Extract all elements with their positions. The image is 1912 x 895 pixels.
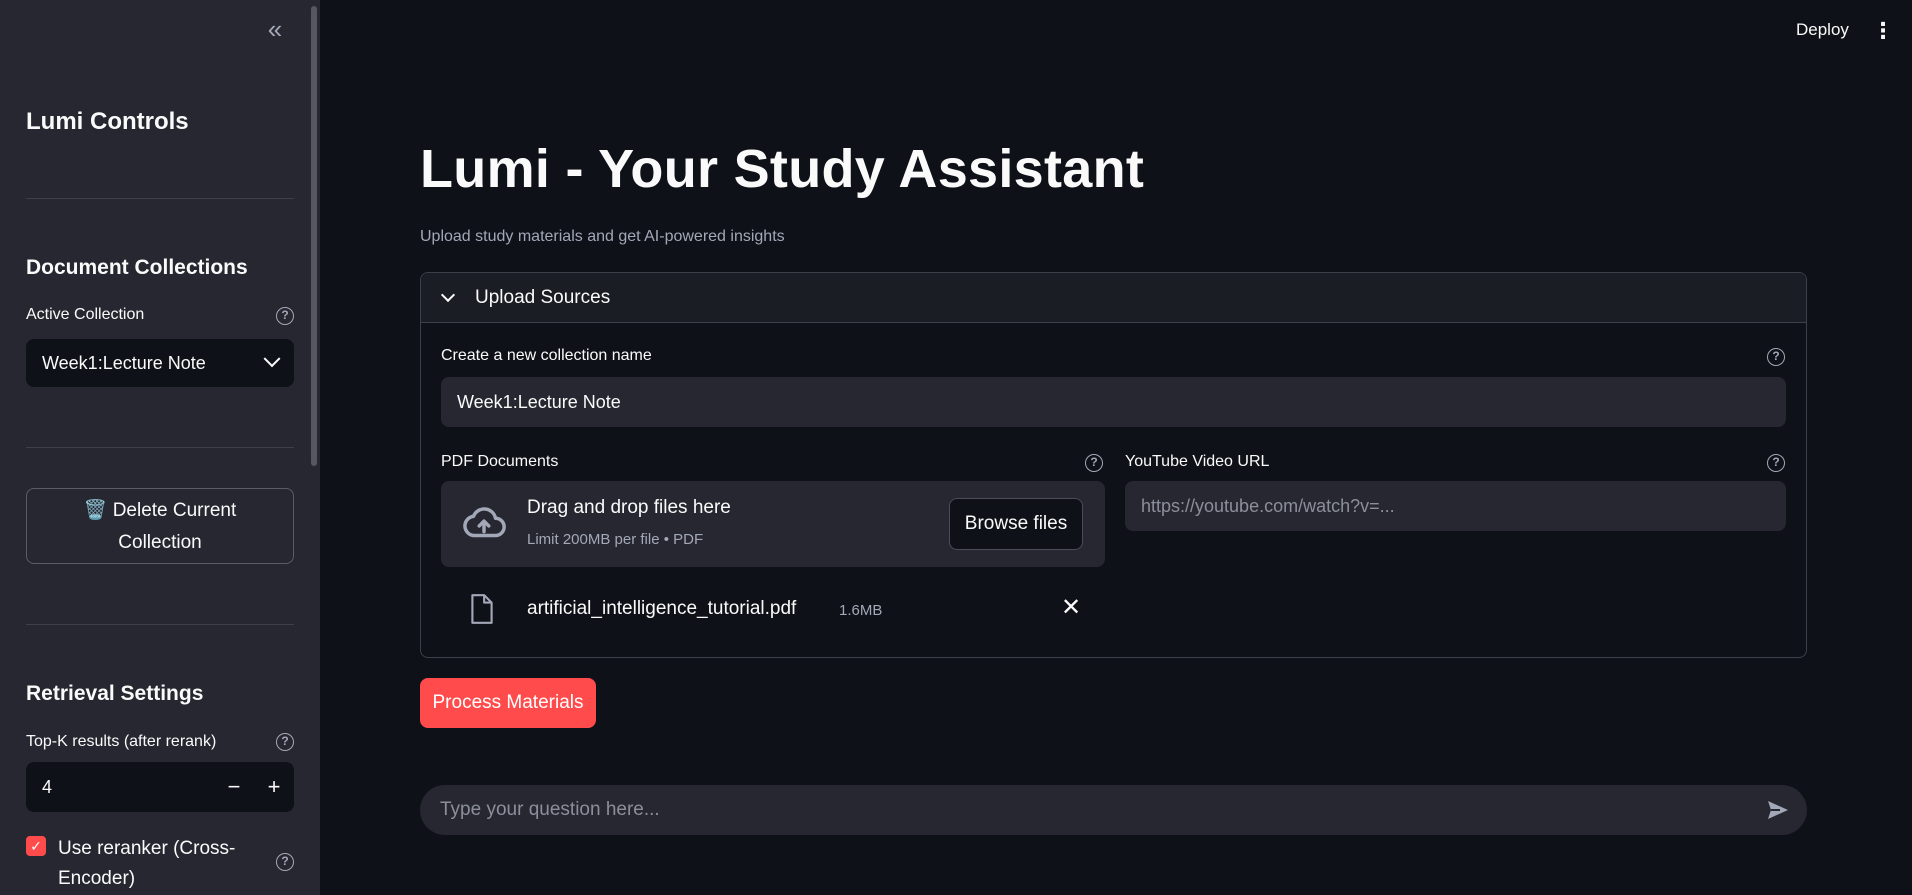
help-icon[interactable]: ? (1085, 454, 1103, 472)
topk-value[interactable]: 4 (42, 777, 214, 798)
collapse-sidebar-icon[interactable]: « (262, 16, 288, 44)
sidebar-scrollbar[interactable] (311, 6, 317, 466)
help-icon[interactable]: ? (276, 853, 294, 871)
file-size: 1.6MB (839, 602, 883, 619)
uploaded-file-row: artificial_intelligence_tutorial.pdf 1.6… (441, 581, 1105, 637)
pdf-label: PDF Documents (441, 453, 559, 470)
chat-placeholder: Type your question here... (440, 799, 660, 820)
delete-collection-button[interactable]: 🗑️ Delete Current Collection (26, 488, 294, 564)
sidebar-title: Lumi Controls (26, 108, 189, 135)
chat-input[interactable]: Type your question here... (420, 785, 1807, 835)
collection-name-input[interactable]: Week1:Lecture Note (441, 377, 1786, 427)
cloud-upload-icon (463, 507, 506, 538)
divider (26, 624, 294, 625)
sidebar: « Lumi Controls Document Collections Act… (0, 0, 320, 895)
topk-stepper[interactable]: 4 − + (26, 762, 294, 812)
dropzone-title: Drag and drop files here (527, 497, 731, 518)
reranker-label: Use reranker (Cross-Encoder) (58, 838, 236, 889)
expander-label: Upload Sources (475, 286, 611, 308)
file-name: artificial_intelligence_tutorial.pdf (527, 598, 797, 619)
retrieval-heading: Retrieval Settings (26, 682, 204, 705)
active-collection-select[interactable]: Week1:Lecture Note (26, 339, 294, 387)
collections-heading: Document Collections (26, 256, 248, 279)
youtube-url-placeholder: https://youtube.com/watch?v=... (1141, 495, 1395, 516)
trash-icon: 🗑️ (83, 500, 108, 521)
help-icon[interactable]: ? (276, 733, 294, 751)
reranker-checkbox[interactable]: ✓ (26, 836, 46, 856)
help-icon[interactable]: ? (276, 307, 294, 325)
increment-button[interactable]: + (254, 774, 294, 800)
collection-name-value: Week1:Lecture Note (457, 391, 621, 412)
dropzone-limit: Limit 200MB per file • PDF (527, 531, 704, 548)
active-collection-label: Active Collection (26, 306, 145, 323)
remove-file-icon[interactable]: ✕ (1061, 593, 1081, 622)
more-menu-icon[interactable]: ⋮ (1872, 18, 1894, 44)
chevron-down-icon (263, 350, 281, 368)
browse-files-button[interactable]: Browse files (949, 498, 1083, 550)
youtube-url-input[interactable]: https://youtube.com/watch?v=... (1125, 481, 1786, 531)
active-collection-value: Week1:Lecture Note (42, 352, 206, 373)
divider (26, 198, 294, 199)
page-title: Lumi - Your Study Assistant (420, 139, 1145, 199)
delete-label-line2: Collection (118, 532, 202, 553)
divider (26, 447, 294, 448)
youtube-label: YouTube Video URL (1125, 453, 1270, 470)
expander-header[interactable]: Upload Sources (421, 273, 1806, 323)
pdf-dropzone[interactable]: Drag and drop files here Limit 200MB per… (441, 481, 1105, 567)
chevron-down-icon (440, 287, 456, 303)
deploy-button[interactable]: Deploy (1796, 20, 1849, 40)
collection-name-label: Create a new collection name (441, 347, 652, 364)
help-icon[interactable]: ? (1767, 348, 1785, 366)
page-subtitle: Upload study materials and get AI-powere… (420, 228, 785, 245)
topk-label: Top-K results (after rerank) (26, 733, 217, 750)
file-icon (471, 594, 493, 624)
decrement-button[interactable]: − (214, 774, 254, 800)
process-materials-button[interactable]: Process Materials (420, 678, 596, 728)
send-icon[interactable] (1765, 798, 1791, 822)
delete-label-line1: Delete Current (112, 500, 237, 521)
help-icon[interactable]: ? (1767, 454, 1785, 472)
upload-sources-expander: Upload Sources Create a new collection n… (420, 272, 1807, 658)
